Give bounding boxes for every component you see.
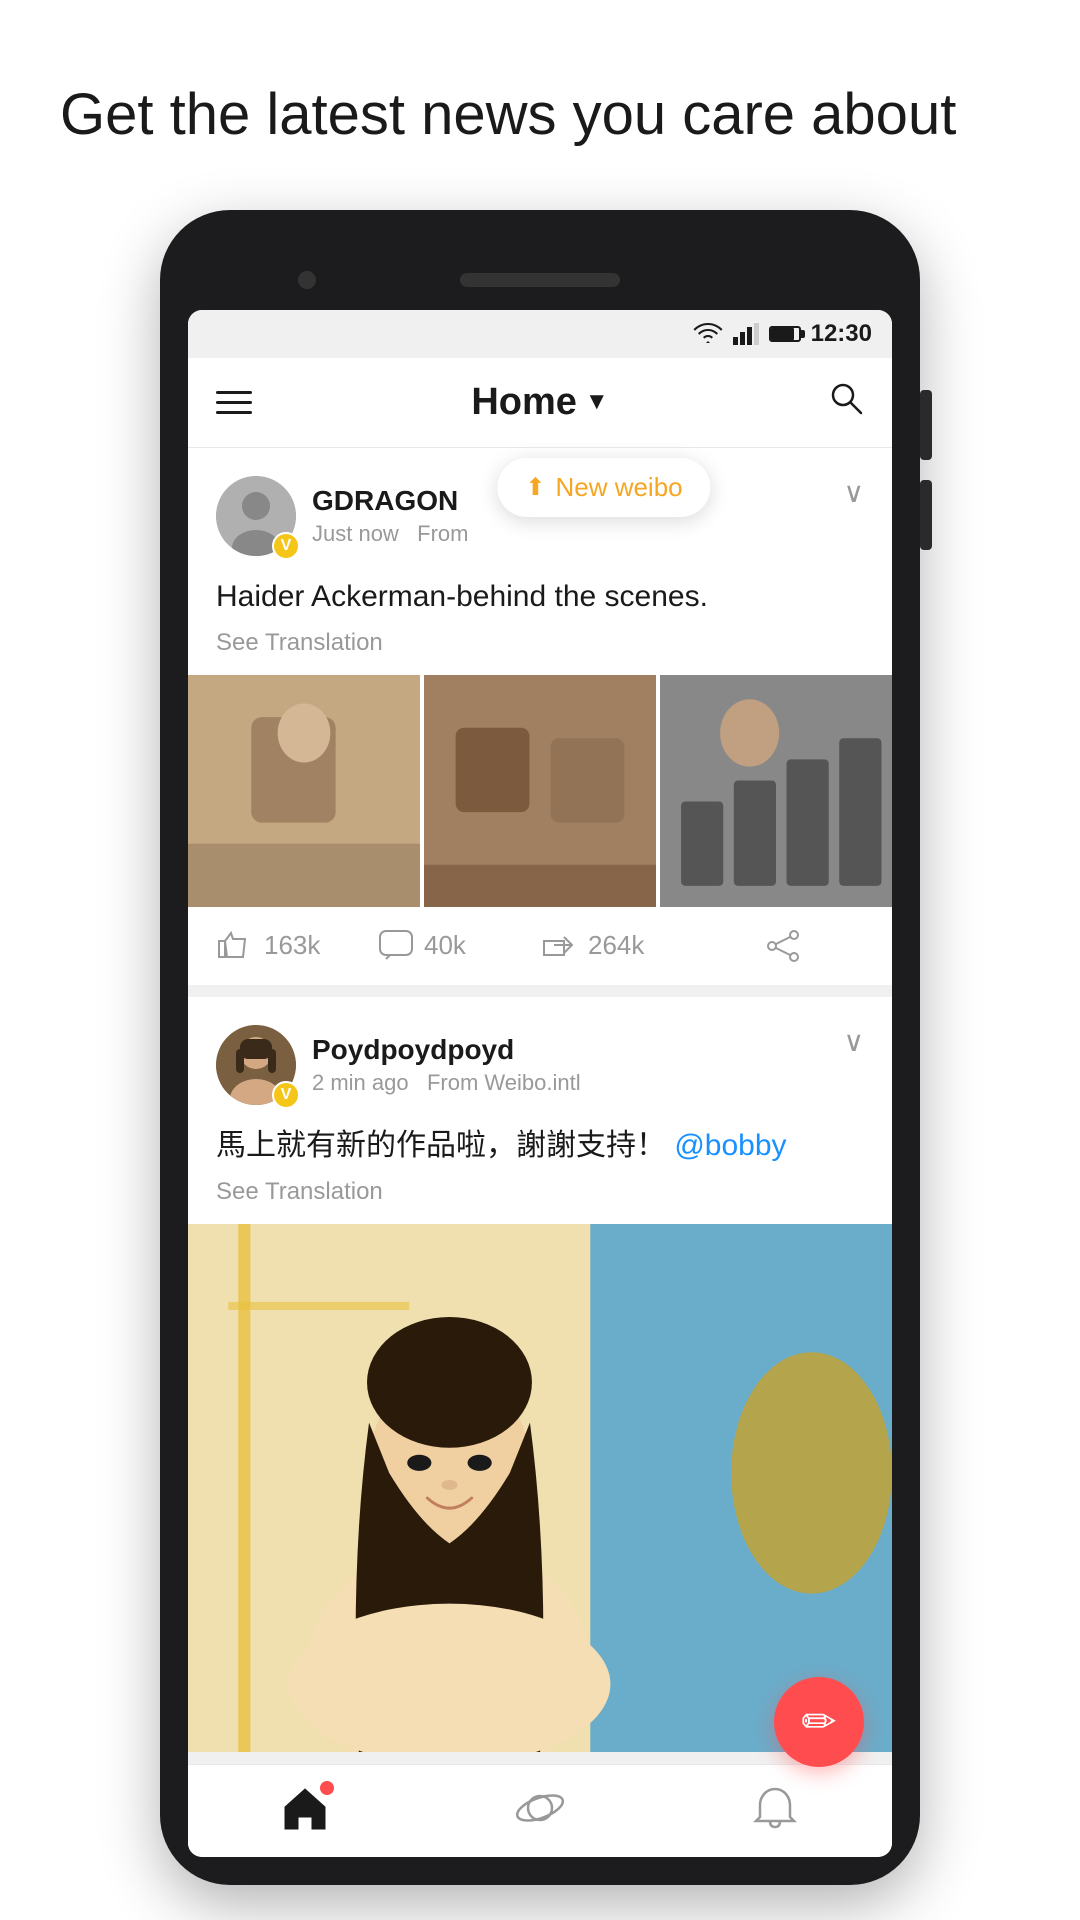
post-1-comment-button[interactable]: 40k: [378, 929, 540, 963]
nav-discover-button[interactable]: [515, 1783, 565, 1833]
post-card-1: V GDRAGON Just now From: [188, 448, 892, 985]
home-notification-dot: [320, 1781, 334, 1795]
post-2-verified-badge: V: [272, 1081, 300, 1109]
post-2-avatar-wrapper: V: [216, 1025, 296, 1105]
post-1-image-1[interactable]: [188, 675, 420, 907]
status-time: 12:30: [811, 320, 872, 348]
toast-label: New weibo: [555, 472, 682, 503]
status-icons: 12:30: [693, 320, 872, 348]
volume-button-bottom: [920, 480, 932, 550]
nav-notifications-button[interactable]: [750, 1783, 800, 1833]
share-icon-1: [764, 929, 802, 963]
repost-icon-1: [540, 929, 578, 963]
app-header: Home ▼: [188, 358, 892, 448]
like-icon-1: [216, 929, 254, 963]
screen-inner: 12:30 Home ▼: [188, 310, 892, 1857]
phone-camera: [298, 271, 316, 289]
post-1-author-info: V GDRAGON Just now From: [216, 476, 469, 556]
signal-icon: [733, 323, 759, 345]
post-1-img-3-svg: [660, 675, 892, 907]
page-headline: Get the latest news you care about: [0, 0, 1080, 210]
header-title-text: Home: [471, 381, 577, 424]
compose-fab-button[interactable]: ✏: [774, 1677, 864, 1767]
post-2-author-info: V Poydpoydpoyd 2 min ago From Weibo.intl: [216, 1025, 581, 1105]
hamburger-line-2: [216, 401, 252, 404]
post-2-text: 馬上就有新的作品啦，謝謝支持！ @bobby: [216, 1123, 864, 1168]
post-1-expand-button[interactable]: ∨: [844, 476, 865, 509]
bell-icon: [750, 1783, 800, 1833]
post-2-image-container: [188, 1224, 892, 1752]
phone-mockup: 12:30 Home ▼: [160, 210, 920, 1885]
nav-home-button[interactable]: [280, 1785, 330, 1831]
post-1-text: Haider Ackerman-behind the scenes.: [216, 574, 864, 619]
post-2-expand-button[interactable]: ∨: [844, 1025, 865, 1058]
post-1-like-count: 163k: [264, 930, 320, 961]
post-2-mention[interactable]: @bobby: [674, 1129, 786, 1162]
post-1-repost-count: 264k: [588, 930, 644, 961]
post-2-author-details: Poydpoydpoyd 2 min ago From Weibo.intl: [312, 1034, 581, 1096]
feed: V GDRAGON Just now From: [188, 448, 892, 1752]
status-bar: 12:30: [188, 310, 892, 358]
battery-icon: [769, 326, 801, 342]
post-1-avatar-wrapper: V: [216, 476, 296, 556]
post-1-share-button[interactable]: [702, 929, 864, 963]
post-1-comment-count: 40k: [424, 930, 466, 961]
post-1-img-2-svg: [424, 675, 656, 907]
post-card-2: V Poydpoydpoyd 2 min ago From Weibo.intl: [188, 997, 892, 1752]
phone-screen: 12:30 Home ▼: [188, 310, 892, 1857]
new-weibo-toast[interactable]: ⬆ New weibo: [497, 458, 710, 517]
post-1-image-grid: [188, 675, 892, 907]
post-1-img-1-svg: [188, 675, 420, 907]
home-title[interactable]: Home ▼: [471, 381, 608, 424]
post-1-see-translation[interactable]: See Translation: [216, 629, 864, 657]
post-1-author-name[interactable]: GDRAGON: [312, 485, 469, 517]
phone-speaker: [460, 273, 620, 287]
bottom-nav: [188, 1764, 892, 1857]
hamburger-line-3: [216, 411, 252, 414]
chevron-down-icon: ▼: [585, 388, 609, 416]
discover-icon: [515, 1783, 565, 1833]
search-button[interactable]: [828, 380, 864, 425]
post-2-author-name[interactable]: Poydpoydpoyd: [312, 1034, 581, 1066]
post-1-meta: Just now From: [312, 521, 469, 547]
comment-icon-1: [378, 929, 414, 963]
post-1-image-3[interactable]: [660, 675, 892, 907]
wifi-icon: [693, 323, 723, 345]
phone-top: [188, 250, 892, 310]
hamburger-menu-button[interactable]: [216, 391, 252, 414]
post-2-image[interactable]: [188, 1224, 892, 1752]
post-1-actions: 163k 40k: [216, 907, 864, 985]
pencil-icon: ✏: [801, 1697, 836, 1746]
post-2-header: V Poydpoydpoyd 2 min ago From Weibo.intl: [216, 1025, 864, 1105]
post-1-like-button[interactable]: 163k: [216, 929, 378, 963]
arrow-up-icon: ⬆: [525, 473, 545, 502]
post-2-see-translation[interactable]: See Translation: [216, 1178, 864, 1206]
post-1-author-details: GDRAGON Just now From: [312, 485, 469, 547]
post-1-verified-badge: V: [272, 532, 300, 560]
hamburger-line-1: [216, 391, 252, 394]
post-1-repost-button[interactable]: 264k: [540, 929, 702, 963]
post-1-image-2[interactable]: [424, 675, 656, 907]
post-2-img-svg: [188, 1224, 892, 1752]
search-icon: [828, 380, 864, 416]
volume-button-top: [920, 390, 932, 460]
post-2-meta: 2 min ago From Weibo.intl: [312, 1070, 581, 1096]
